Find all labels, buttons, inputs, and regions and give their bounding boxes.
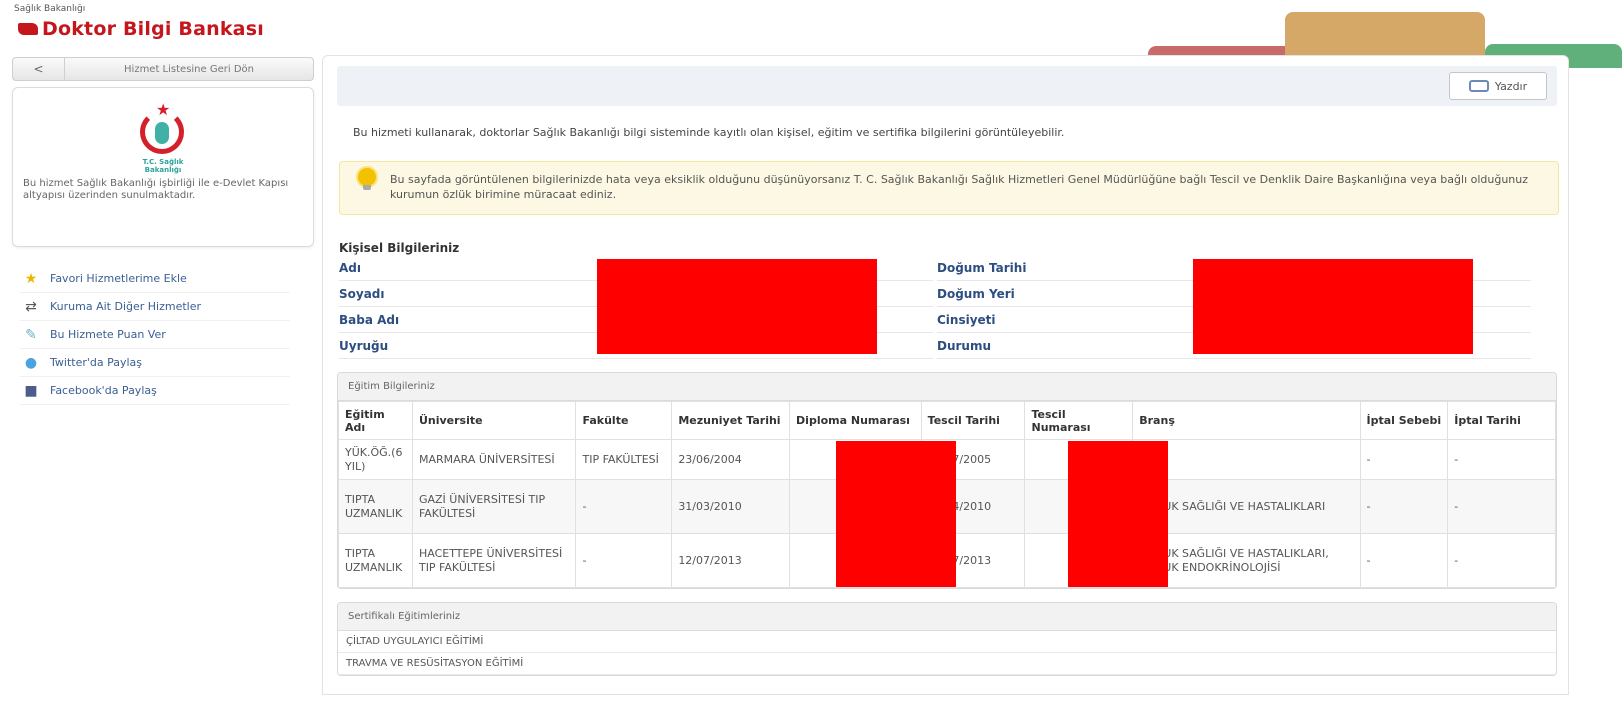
share-facebook-link[interactable]: ■ Facebook'da Paylaş	[20, 377, 290, 405]
service-info-box: ★ T.C. Sağlık Bakanlığı Bu hizmet Sağlık…	[12, 87, 314, 247]
chevron-left-icon: <	[13, 58, 65, 80]
arrows-icon: ⇄	[25, 298, 37, 315]
column-header: Eğitim Adı	[338, 401, 413, 440]
table-cell: HACETTEPE ÜNİVERSİTESİ TIP FAKÜLTESİ	[411, 533, 577, 588]
education-header-row: Eğitim Adı Üniversite Fakülte Mezuniyet …	[338, 401, 1556, 440]
table-cell: -	[1447, 439, 1556, 480]
ministry-logo-caption: T.C. Sağlık Bakanlığı	[142, 158, 184, 174]
toolbar: Yazdır	[337, 66, 1557, 106]
redacted-personal-values-right	[1193, 259, 1473, 354]
other-services-link[interactable]: ⇄ Kuruma Ait Diğer Hizmetler	[20, 293, 290, 321]
certificates-panel-title: Sertifikalı Eğitimleriniz	[338, 603, 1556, 631]
ministry-logo-icon: ★ T.C. Sağlık Bakanlığı	[124, 100, 202, 174]
twitter-icon: ●	[24, 354, 38, 371]
sidebar: < Hizmet Listesine Geri Dön ★ T.C. Sağlı…	[12, 57, 314, 405]
lightbulb-icon	[358, 168, 376, 190]
service-info-text: Bu hizmet Sağlık Bakanlığı işbirliği ile…	[23, 178, 289, 201]
site-logo[interactable]: Doktor Bilgi Bankası	[18, 18, 264, 40]
table-cell: 23/06/2004	[671, 439, 791, 480]
column-header: Üniversite	[411, 401, 577, 440]
column-header: Tescil Tarihi	[920, 401, 1026, 440]
personal-info-title: Kişisel Bilgileriniz	[339, 241, 460, 255]
table-cell: 12/07/2013	[671, 533, 791, 588]
column-header: Diploma Numarası	[789, 401, 922, 440]
print-button[interactable]: Yazdır	[1449, 72, 1547, 100]
redacted-diploma-numbers	[836, 441, 956, 587]
logo-icon	[18, 23, 38, 35]
table-cell: 31/03/2010	[671, 479, 791, 534]
table-cell: YÜK.ÖĞ.(6 YIL)	[338, 439, 413, 480]
column-header: Fakülte	[575, 401, 673, 440]
list-item: TRAVMA VE RESÜSİTASYON EĞİTİMİ	[338, 653, 1556, 675]
table-cell: -	[1359, 439, 1449, 480]
column-header: Tescil Numarası	[1024, 401, 1134, 440]
column-header: Mezuniyet Tarihi	[671, 401, 791, 440]
redacted-personal-values-left	[597, 259, 877, 354]
info-alert: Bu sayfada görüntülenen bilgilerinizde h…	[339, 161, 1559, 215]
intro-text: Bu hizmeti kullanarak, doktorlar Sağlık …	[353, 126, 1065, 139]
print-label: Yazdır	[1494, 79, 1528, 93]
table-cell: TIP FAKÜLTESİ	[575, 439, 673, 480]
printer-icon	[1468, 80, 1489, 92]
list-item: ÇİLTAD UYGULAYICI EĞİTİMİ	[338, 631, 1556, 653]
table-cell: GAZİ ÜNİVERSİTESİ TIP FAKÜLTESİ	[411, 479, 577, 534]
main-content: Yazdır Bu hizmeti kullanarak, doktorlar …	[322, 55, 1569, 695]
share-twitter-link[interactable]: ● Twitter'da Paylaş	[20, 349, 290, 377]
table-cell: -	[1359, 533, 1449, 588]
add-favorite-link[interactable]: ★ Favori Hizmetlerime Ekle	[20, 265, 290, 293]
redacted-registration-numbers	[1068, 441, 1168, 587]
column-header: İptal Tarihi	[1447, 401, 1556, 440]
certificates-panel: Sertifikalı Eğitimleriniz ÇİLTAD UYGULAY…	[337, 602, 1557, 676]
table-cell: TIPTA UZMANLIK	[338, 533, 413, 588]
education-panel-title: Eğitim Bilgileriniz	[338, 373, 1556, 401]
alert-text: Bu sayfada görüntülenen bilgilerinizde h…	[390, 173, 1529, 201]
star-icon: ★	[24, 270, 38, 287]
table-cell: -	[575, 479, 673, 534]
site-title: Doktor Bilgi Bankası	[42, 18, 264, 40]
table-cell: -	[1447, 479, 1556, 534]
column-header: Branş	[1132, 401, 1361, 440]
rate-icon: ✎	[25, 326, 37, 343]
table-cell: -	[575, 533, 673, 588]
header: Sağlık Bakanlığı Doktor Bilgi Bankası	[0, 0, 1622, 70]
back-button-label: Hizmet Listesine Geri Dön	[124, 63, 254, 75]
sidebar-links: ★ Favori Hizmetlerime Ekle ⇄ Kuruma Ait …	[12, 265, 314, 405]
table-cell: TIPTA UZMANLIK	[338, 479, 413, 534]
table-cell: -	[1359, 479, 1449, 534]
back-to-services-button[interactable]: < Hizmet Listesine Geri Dön	[12, 57, 314, 81]
facebook-icon: ■	[24, 382, 38, 399]
table-cell: -	[1447, 533, 1556, 588]
ministry-label: Sağlık Bakanlığı	[14, 4, 86, 14]
rate-service-link[interactable]: ✎ Bu Hizmete Puan Ver	[20, 321, 290, 349]
table-cell: MARMARA ÜNİVERSİTESİ	[411, 439, 577, 480]
column-header: İptal Sebebi	[1359, 401, 1449, 440]
